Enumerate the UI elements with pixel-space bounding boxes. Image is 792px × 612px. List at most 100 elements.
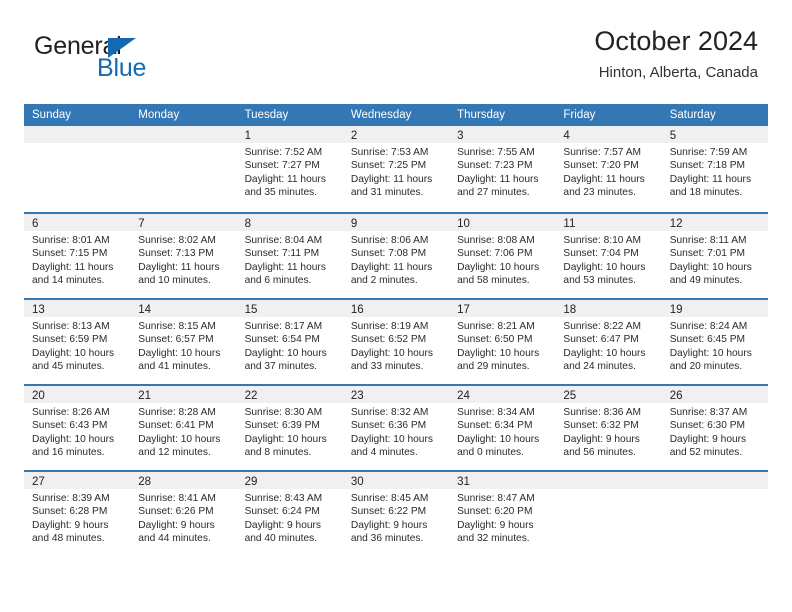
calendar-day-cell[interactable]: 4 Sunrise: 7:57 AM Sunset: 7:20 PM Daylight…	[555, 126, 662, 212]
sunset-text: Sunset: 6:26 PM	[138, 506, 214, 518]
calendar-day-cell[interactable]: 10 Sunrise: 8:08 AM Sunset: 7:06 PM Dayligh…	[449, 214, 556, 298]
page-header: General Blue October 2024 Hinton, Albert…	[24, 26, 768, 96]
day-number-band: 8	[236, 214, 343, 231]
calendar-day-cell[interactable]: 11 Sunrise: 8:10 AM Sunset: 7:04 PM Dayligh…	[555, 214, 662, 298]
daylight-text-cont: and 31 minutes.	[350, 187, 424, 199]
calendar-day-cell[interactable]: 8 Sunrise: 8:04 AM Sunset: 7:11 PM Daylight…	[236, 214, 343, 298]
day-number: 24	[457, 390, 470, 402]
daylight-text: Daylight: 10 hours	[457, 433, 540, 445]
calendar-day-cell[interactable]: 27 Sunrise: 8:39 AM Sunset: 6:28 PM Dayligh…	[24, 472, 131, 556]
daylight-text-cont: and 18 minutes.	[669, 187, 743, 199]
calendar-day-cell[interactable]: 7 Sunrise: 8:02 AM Sunset: 7:13 PM Daylight…	[130, 214, 237, 298]
day-number-band: 30	[342, 472, 450, 489]
day-number-band	[555, 472, 662, 489]
day-number-band: 28	[130, 472, 237, 489]
calendar-day-cell[interactable]: 31 Sunrise: 8:47 AM Sunset: 6:20 PM Dayligh…	[449, 472, 556, 556]
weekday-header-saturday: Saturday	[669, 109, 716, 121]
sunset-text: Sunset: 7:27 PM	[244, 160, 320, 172]
sunrise-text: Sunrise: 8:19 AM	[350, 321, 429, 332]
day-details: Sunrise: 7:55 AM Sunset: 7:23 PM Daylight:…	[449, 143, 555, 200]
sunset-text: Sunset: 7:18 PM	[669, 160, 746, 172]
sunrise-text: Sunrise: 8:22 AM	[563, 321, 641, 332]
daylight-text: Daylight: 11 hours	[350, 173, 433, 185]
day-number: 14	[138, 304, 152, 316]
calendar-day-cell[interactable]: 22 Sunrise: 8:30 AM Sunset: 6:39 PM Dayligh…	[236, 386, 343, 470]
day-number: 9	[350, 218, 358, 230]
day-number-band: 2	[342, 126, 450, 143]
day-number-band: 15	[236, 300, 343, 317]
sunset-text: Sunset: 6:57 PM	[138, 334, 214, 346]
daylight-text-cont: and 49 minutes.	[669, 275, 743, 287]
calendar-day-cell[interactable]: 24 Sunrise: 8:34 AM Sunset: 6:34 PM Dayligh…	[449, 386, 556, 470]
day-details	[24, 143, 130, 146]
calendar-day-cell[interactable]: 12 Sunrise: 8:11 AM Sunset: 7:01 PM Dayligh…	[661, 214, 768, 298]
calendar-day-cell[interactable]: 1 Sunrise: 7:52 AM Sunset: 7:27 PM Daylight…	[236, 126, 343, 212]
sunrise-text: Sunrise: 8:24 AM	[669, 321, 748, 332]
calendar-day-cell[interactable]: 21 Sunrise: 8:28 AM Sunset: 6:41 PM Dayligh…	[130, 386, 237, 470]
calendar-day-cell[interactable]: 19 Sunrise: 8:24 AM Sunset: 6:45 PM Dayligh…	[661, 300, 768, 384]
calendar-day-cell[interactable]: 13 Sunrise: 8:13 AM Sunset: 6:59 PM Dayligh…	[24, 300, 131, 384]
day-details: Sunrise: 8:36 AM Sunset: 6:32 PM Daylight:…	[555, 403, 661, 460]
sunrise-text: Sunrise: 8:39 AM	[32, 493, 110, 504]
sunrise-text: Sunrise: 8:08 AM	[457, 235, 535, 246]
day-number: 28	[138, 476, 152, 488]
calendar-week-row: 6 Sunrise: 8:01 AM Sunset: 7:15 PM Daylight…	[24, 212, 768, 298]
day-details: Sunrise: 8:15 AM Sunset: 6:57 PM Daylight:…	[130, 317, 236, 374]
day-details: Sunrise: 8:43 AM Sunset: 6:24 PM Daylight:…	[237, 489, 343, 546]
daylight-text-cont: and 16 minutes.	[32, 447, 105, 459]
weekday-header-friday: Friday	[563, 109, 596, 121]
day-details: Sunrise: 8:01 AM Sunset: 7:15 PM Daylight:…	[24, 231, 130, 288]
day-number: 27	[32, 476, 45, 488]
day-number: 12	[669, 218, 683, 230]
calendar-day-cell[interactable]: 20 Sunrise: 8:26 AM Sunset: 6:43 PM Dayligh…	[24, 386, 131, 470]
calendar-day-cell[interactable]: 2 Sunrise: 7:53 AM Sunset: 7:25 PM Daylight…	[342, 126, 450, 212]
day-number: 21	[138, 390, 152, 402]
sunrise-text: Sunrise: 8:32 AM	[350, 407, 429, 418]
sunrise-text: Sunrise: 8:34 AM	[457, 407, 535, 418]
page-title: October 2024	[594, 26, 758, 56]
day-details: Sunrise: 8:06 AM Sunset: 7:08 PM Daylight:…	[343, 231, 449, 288]
calendar-day-cell[interactable]: 6 Sunrise: 8:01 AM Sunset: 7:15 PM Daylight…	[24, 214, 131, 298]
calendar-day-cell[interactable]: 18 Sunrise: 8:22 AM Sunset: 6:47 PM Dayligh…	[555, 300, 662, 384]
daylight-text-cont: and 48 minutes.	[32, 533, 105, 545]
day-number-band: 1	[236, 126, 343, 143]
sunrise-text: Sunrise: 8:47 AM	[457, 493, 535, 504]
calendar-day-cell[interactable]: 9 Sunrise: 8:06 AM Sunset: 7:08 PM Daylight…	[342, 214, 450, 298]
brand-logo[interactable]: General Blue	[34, 34, 264, 90]
daylight-text: Daylight: 11 hours	[244, 261, 326, 273]
calendar-day-empty	[555, 472, 662, 556]
day-number: 30	[350, 476, 364, 488]
sunrise-text: Sunrise: 8:10 AM	[563, 235, 641, 246]
calendar-day-cell[interactable]: 23 Sunrise: 8:32 AM Sunset: 6:36 PM Dayligh…	[342, 386, 450, 470]
sunrise-text: Sunrise: 8:02 AM	[138, 235, 216, 246]
sunrise-text: Sunrise: 8:17 AM	[244, 321, 323, 332]
calendar-day-cell[interactable]: 28 Sunrise: 8:41 AM Sunset: 6:26 PM Dayligh…	[130, 472, 237, 556]
day-number-band	[130, 126, 237, 143]
day-number-band: 10	[449, 214, 556, 231]
weekday-header-row: Sunday Monday Tuesday Wednesday Thursday Frid…	[24, 104, 768, 126]
calendar-day-cell[interactable]: 26 Sunrise: 8:37 AM Sunset: 6:30 PM Dayligh…	[661, 386, 768, 470]
calendar-day-cell[interactable]: 30 Sunrise: 8:45 AM Sunset: 6:22 PM Dayligh…	[342, 472, 450, 556]
day-details: Sunrise: 8:21 AM Sunset: 6:50 PM Daylight:…	[449, 317, 555, 374]
day-details	[662, 489, 768, 492]
calendar-day-cell[interactable]: 3 Sunrise: 7:55 AM Sunset: 7:23 PM Daylight…	[449, 126, 556, 212]
daylight-text-cont: and 20 minutes.	[669, 361, 743, 373]
calendar-day-cell[interactable]: 17 Sunrise: 8:21 AM Sunset: 6:50 PM Dayligh…	[449, 300, 556, 384]
day-number-band: 29	[236, 472, 343, 489]
calendar-day-cell[interactable]: 14 Sunrise: 8:15 AM Sunset: 6:57 PM Dayligh…	[130, 300, 237, 384]
calendar-day-cell[interactable]: 16 Sunrise: 8:19 AM Sunset: 6:52 PM Dayligh…	[342, 300, 450, 384]
calendar-day-cell[interactable]: 29 Sunrise: 8:43 AM Sunset: 6:24 PM Dayligh…	[236, 472, 343, 556]
day-number: 16	[350, 304, 364, 316]
day-number: 1	[244, 130, 251, 142]
calendar-day-cell[interactable]: 5 Sunrise: 7:59 AM Sunset: 7:18 PM Daylight…	[661, 126, 768, 212]
calendar-day-cell[interactable]: 15 Sunrise: 8:17 AM Sunset: 6:54 PM Dayligh…	[236, 300, 343, 384]
sunset-text: Sunset: 6:59 PM	[32, 334, 108, 346]
day-number-band	[24, 126, 131, 143]
day-number-band: 23	[342, 386, 450, 403]
day-number: 7	[138, 218, 145, 230]
daylight-text-cont: and 36 minutes.	[350, 533, 424, 545]
sunset-text: Sunset: 6:32 PM	[563, 420, 639, 432]
calendar-weeks: 1 Sunrise: 7:52 AM Sunset: 7:27 PM Daylight…	[24, 126, 768, 556]
calendar-day-cell[interactable]: 25 Sunrise: 8:36 AM Sunset: 6:32 PM Dayligh…	[555, 386, 662, 470]
daylight-text: Daylight: 11 hours	[669, 173, 752, 185]
